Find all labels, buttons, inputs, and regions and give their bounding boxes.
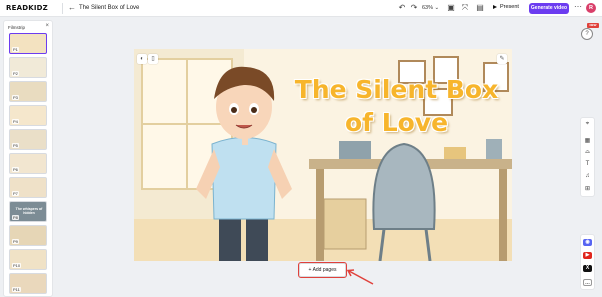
color-palette-icon[interactable]: ◐ [137,54,147,64]
add-pages-label: Add pages [312,267,337,273]
fit-screen-icon[interactable]: ⤧ [460,3,470,13]
filmstrip-thumbnail[interactable]: P9 [9,225,47,246]
x-icon[interactable]: X [583,265,592,272]
grid-icon[interactable]: ⊞ [581,185,594,192]
social-links: ◉ ▶ X … [580,234,595,290]
layout-icon[interactable]: ▣ [446,3,456,13]
thumbnail-page-label: P9 [12,239,19,244]
arrow-left-icon[interactable]: ← [68,3,76,12]
play-icon [493,4,497,9]
layout-toggle-icon[interactable]: ▯ [148,54,158,64]
thumbnail-page-label: P11 [12,287,21,292]
generate-video-button[interactable]: Generate video [529,3,569,14]
filmstrip-thumbnail[interactable]: P10 [9,249,47,270]
document-title[interactable]: The Silent Box of Love [79,5,139,11]
youtube-icon[interactable]: ▶ [583,252,592,259]
logo[interactable]: READKIDZ [6,4,48,12]
top-bar: READKIDZ ← The Silent Box of Love ↶ ↷ 63… [0,0,602,17]
more-icon[interactable]: ⋯ [574,2,582,11]
cursor-icon[interactable]: ⌖ [581,121,594,128]
thumbnail-page-label: P7 [12,191,19,196]
edit-image-icon[interactable]: ✎ [497,54,507,64]
thumbnail-page-label: P6 [12,167,19,172]
add-pages-button[interactable]: + Add pages [298,262,347,278]
redo-icon[interactable]: ↷ [409,3,419,13]
filmstrip-title: Filmstrip [8,25,25,30]
filmstrip-thumbnail[interactable]: P3 [9,81,47,102]
page-canvas[interactable]: The Silent Box of Love ◐ ▯ ✎ [134,49,512,261]
filmstrip-thumbnail[interactable]: P7 [9,177,47,198]
shape-icon[interactable]: ⌓ [581,149,594,156]
annotation-arrow [346,269,374,285]
thumbnail-page-label: P2 [12,71,19,76]
thumbnail-page-label: P5 [12,143,19,148]
new-badge: NEW [587,23,599,28]
filmstrip-panel: Filmstrip × P1 P2 P3 P4 P5 P6 P7 The whispers o… [3,20,53,297]
undo-icon[interactable]: ↶ [397,3,407,13]
divider [62,3,63,14]
music-icon[interactable]: ♫ [581,173,594,179]
filmstrip-thumbnail[interactable]: P4 [9,105,47,126]
discord-icon[interactable]: ◉ [583,239,592,246]
filmstrip-thumbnail[interactable]: P5 [9,129,47,150]
save-icon[interactable]: ▤ [475,3,485,13]
help-icon[interactable]: ? [581,28,593,40]
filmstrip-thumbnail[interactable]: The whispers of hidden P8 [9,201,47,222]
thumbnail-text: The whispers of hidden [15,207,43,215]
filmstrip-thumbnail[interactable]: P6 [9,153,47,174]
thumbnail-page-label: P4 [12,119,19,124]
filmstrip-thumbnail[interactable]: P1 [9,33,47,54]
present-button[interactable]: Present [493,4,519,10]
image-icon[interactable]: ▦ [581,137,594,144]
filmstrip-thumbnail[interactable]: P11 [9,273,47,294]
avatar[interactable]: R [586,3,596,13]
zoom-dropdown[interactable]: 63% ⌄ [422,5,439,11]
text-icon[interactable]: T [581,161,594,167]
thumbnail-page-label: P1 [12,47,19,52]
thumbnail-page-label: P10 [12,263,22,268]
filmstrip-thumbnail[interactable]: P2 [9,57,47,78]
present-label: Present [500,4,519,10]
chat-icon[interactable]: … [583,279,592,286]
thumbnail-page-label: P3 [12,95,19,100]
close-icon[interactable]: × [45,23,49,29]
thumbnail-page-label: P8 [12,215,19,220]
canvas-title[interactable]: The Silent Box of Love [284,73,509,139]
tool-rail: ⌖ ▦ ⌓ T ♫ ⊞ [580,117,595,197]
